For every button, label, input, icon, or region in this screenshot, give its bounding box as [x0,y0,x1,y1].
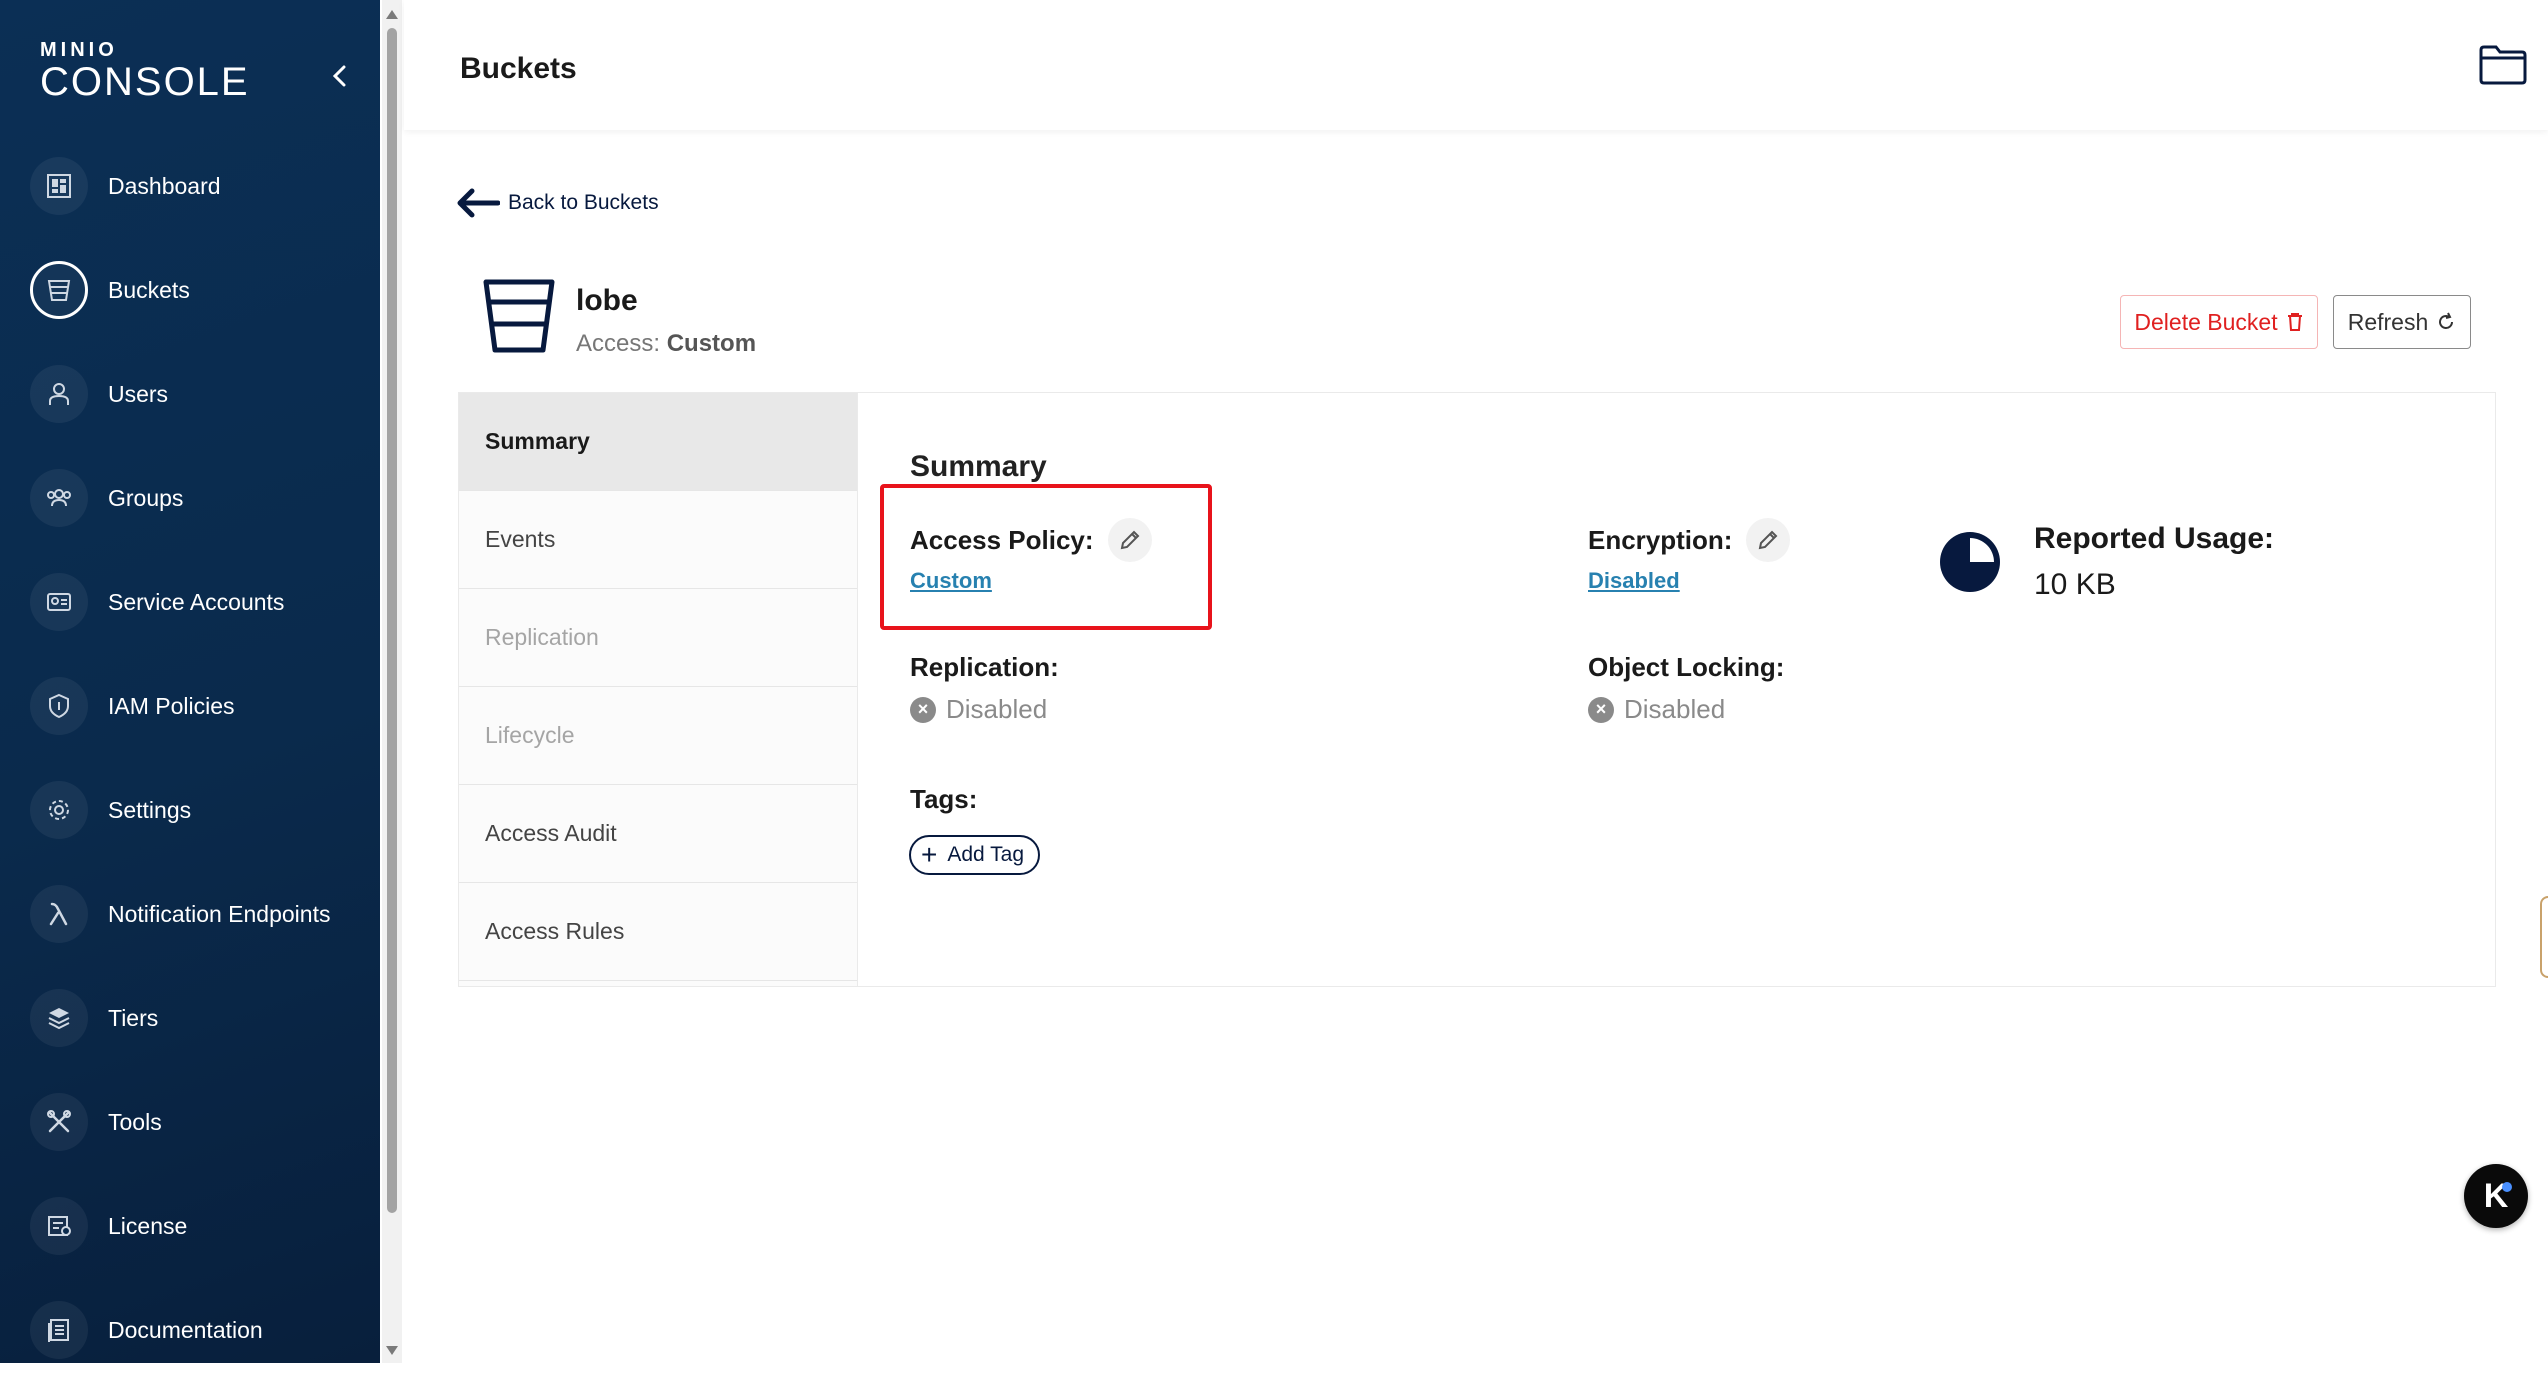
tags-label: Tags: [910,784,978,814]
sidebar-item-label: Buckets [108,276,190,303]
sidebar-item-buckets[interactable]: Buckets [28,238,368,342]
tab-lifecycle[interactable]: Lifecycle [459,687,857,785]
folder-icon[interactable] [2478,42,2528,86]
bucket-details-panel: Summary Events Replication Lifecycle Acc… [458,392,2496,987]
sidebar-item-label: Documentation [108,1316,263,1343]
back-link-label: Back to Buckets [508,191,659,214]
sidebar-item-tiers[interactable]: Tiers [28,966,368,1070]
sidebar-nav: Dashboard Buckets Users Groups Service A… [28,134,368,1382]
sidebar-item-iam-policies[interactable]: IAM Policies [28,654,368,758]
pencil-icon [1759,530,1778,550]
tab-access-audit[interactable]: Access Audit [459,785,857,883]
encryption-label-text: Encryption: [1588,524,1733,555]
reported-usage-label: Reported Usage: [2034,522,2275,555]
bucket-icon [30,261,88,319]
sidebar-item-label: Dashboard [108,172,221,199]
bucket-icon [483,279,555,353]
sidebar-item-documentation[interactable]: Documentation [28,1278,368,1382]
pie-chart-icon [1940,532,2000,592]
scroll-up-arrow[interactable] [386,10,398,19]
license-icon [30,1197,88,1255]
logo-bottom-text: CONSOLE [40,60,250,104]
page-title: Buckets [460,52,577,85]
refresh-label: Refresh [2347,308,2429,335]
sidebar-item-groups[interactable]: Groups [28,446,368,550]
add-tag-button[interactable]: + Add Tag [909,835,1041,875]
sidebar-item-service-accounts[interactable]: Service Accounts [28,550,368,654]
arrow-left-icon [457,188,500,218]
sidebar-item-label: Users [108,380,169,407]
sidebar-item-dashboard[interactable]: Dashboard [28,134,368,238]
sidebar-item-label: License [108,1212,188,1239]
dashboard-icon [30,157,88,215]
sidebar-item-license[interactable]: License [28,1174,368,1278]
object-locking-status: × Disabled [1588,694,1725,725]
documentation-icon [30,1301,88,1359]
collapse-sidebar-button[interactable] [322,58,358,94]
page-header: Buckets [404,0,2548,130]
summary-title: Summary [910,450,1047,483]
sidebar-item-label: Notification Endpoints [108,900,331,927]
sidebar-item-users[interactable]: Users [28,342,368,446]
bucket-tabs: Summary Events Replication Lifecycle Acc… [459,393,858,986]
service-accounts-icon [30,573,88,631]
tab-access-rules[interactable]: Access Rules [459,883,857,981]
delete-bucket-button[interactable]: Delete Bucket [2120,295,2318,349]
sidebar-item-label: Tiers [108,1004,159,1031]
close-circle-icon: × [910,696,936,723]
scroll-down-arrow[interactable] [386,1346,398,1355]
object-locking-status-text: Disabled [1624,694,1726,724]
bucket-access: Access: Custom [576,330,756,358]
groups-icon [30,469,88,527]
chevron-left-icon [332,65,346,87]
sidebar-item-label: Settings [108,796,192,823]
sidebar-item-settings[interactable]: Settings [28,758,368,862]
logo-top-text: MINIO [40,39,118,61]
refresh-button[interactable]: Refresh [2333,295,2471,349]
bucket-name: lobe [576,284,638,317]
replication-status: × Disabled [910,694,1047,725]
back-to-buckets-link[interactable]: Back to Buckets [456,188,659,218]
bucket-header: lobe Access: Custom [480,278,756,358]
bucket-access-prefix: Access: [576,330,667,357]
shield-icon [30,677,88,735]
side-edge-tab[interactable] [2540,896,2548,978]
highlight-annotation-box [880,484,1212,630]
sidebar-scrollbar[interactable] [382,0,402,1363]
delete-bucket-label: Delete Bucket [2134,308,2278,335]
reported-usage-value: 10 KB [2034,568,2116,601]
sidebar-item-label: IAM Policies [108,692,235,719]
close-circle-icon: × [1588,696,1614,723]
tab-replication[interactable]: Replication [459,589,857,687]
replication-label: Replication: [910,652,1059,682]
minio-logo[interactable]: MINIO CONSOLE [40,40,250,104]
gear-icon [30,781,88,839]
layers-icon [30,989,88,1047]
sidebar: MINIO CONSOLE Dashboard Buckets Users Gr… [0,0,380,1363]
sidebar-item-label: Tools [108,1108,162,1135]
replication-status-text: Disabled [946,694,1048,724]
floating-assistant-button[interactable]: K [2464,1164,2528,1228]
sidebar-item-label: Groups [108,484,184,511]
sidebar-item-notification-endpoints[interactable]: Notification Endpoints [28,862,368,966]
refresh-icon [2439,312,2454,329]
trash-icon [2287,313,2302,331]
encryption-label: Encryption: [1588,518,1791,562]
sidebar-item-tools[interactable]: Tools [28,1070,368,1174]
lambda-icon [30,885,88,943]
tab-summary[interactable]: Summary [459,393,857,491]
tools-icon [30,1093,88,1151]
status-dot [2502,1182,2512,1192]
edit-encryption-button[interactable] [1746,518,1791,562]
tab-events[interactable]: Events [459,491,857,589]
object-locking-label: Object Locking: [1588,652,1785,682]
scrollbar-thumb[interactable] [387,28,397,1213]
user-icon [30,365,88,423]
sidebar-item-label: Service Accounts [108,588,285,615]
bucket-access-value: Custom [666,330,757,357]
plus-icon: + [921,839,938,870]
encryption-value-link[interactable]: Disabled [1588,568,1680,594]
add-tag-label: Add Tag [947,843,1025,866]
